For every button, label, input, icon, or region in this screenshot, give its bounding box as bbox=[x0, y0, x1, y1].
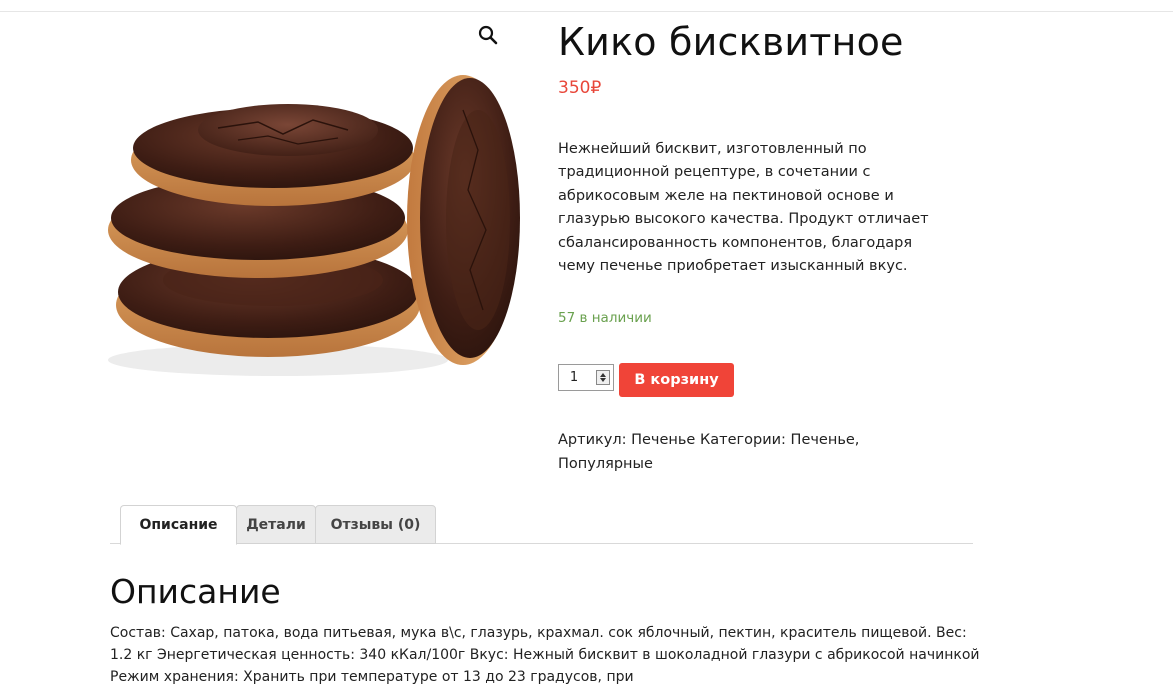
product-short-description: Нежнейший бисквит, изготовленный по трад… bbox=[558, 141, 929, 275]
tab-description[interactable]: Описание bbox=[120, 505, 237, 545]
product-image[interactable] bbox=[108, 30, 528, 410]
spinner-icon[interactable] bbox=[596, 370, 610, 385]
tab-reviews[interactable]: Отзывы (0) bbox=[315, 505, 436, 544]
panel-text: Состав: Сахар, патока, вода питьевая, му… bbox=[110, 625, 980, 685]
tab-details[interactable]: Детали bbox=[236, 505, 316, 544]
product-title: Кико бисквитное bbox=[558, 20, 904, 64]
stock-status: 57 в наличии bbox=[558, 310, 652, 326]
product-price: 350₽ bbox=[558, 78, 602, 98]
product-meta: Артикул: Печенье Категории: Печенье, Поп… bbox=[558, 432, 860, 472]
quantity-value[interactable]: 1 bbox=[559, 370, 589, 385]
panel-title: Описание bbox=[110, 572, 281, 611]
zoom-icon[interactable] bbox=[477, 24, 499, 46]
spinner-up-icon[interactable] bbox=[600, 373, 606, 377]
quantity-stepper[interactable]: 1 bbox=[558, 364, 614, 391]
header-divider bbox=[0, 11, 1173, 12]
add-to-cart-button[interactable]: В корзину bbox=[619, 363, 734, 397]
spinner-down-icon[interactable] bbox=[600, 378, 606, 382]
